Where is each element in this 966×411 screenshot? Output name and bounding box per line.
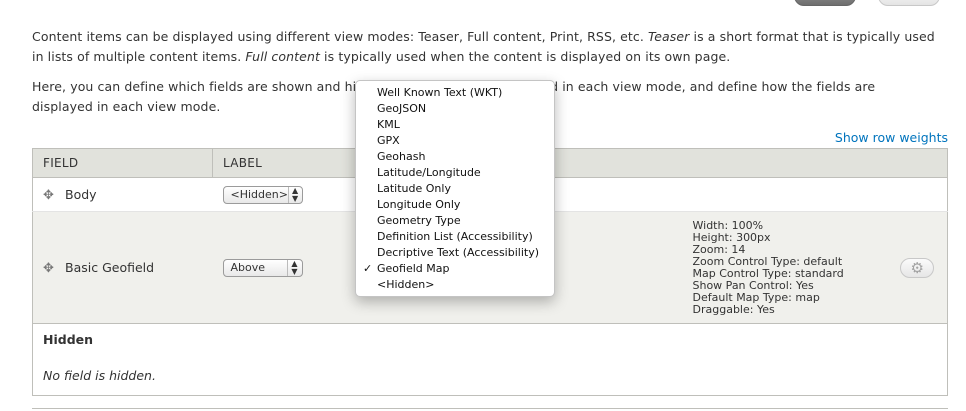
dropdown-option[interactable]: Latitude/Longitude [356,165,554,181]
dropdown-option[interactable]: Geohash [356,149,554,165]
hidden-region-empty-row: No field is hidden. [32,355,948,396]
label-cell: <Hidden> ▲ ▼ [212,177,353,212]
label-select[interactable]: Above ▲ ▼ [222,258,303,277]
dropdown-option[interactable]: <Hidden> [356,277,554,293]
dropdown-option[interactable]: Definition List (Accessibility) [356,229,554,245]
primary-top-button[interactable] [794,0,856,6]
dropdown-option[interactable]: KML [356,117,554,133]
hidden-region-row: Hidden [32,323,948,356]
select-arrows-icon: ▲ ▼ [287,186,298,203]
format-dropdown-menu: Well Known Text (WKT) GeoJSON KML GPX Ge… [355,80,555,297]
move-handle-icon[interactable]: ✥ [43,261,57,276]
top-action-buttons [794,0,940,6]
dropdown-option[interactable]: Longitude Only [356,197,554,213]
intro-paragraph-1: Content items can be displayed using dif… [32,29,935,64]
dropdown-option[interactable]: GPX [356,133,554,149]
field-name: Basic Geofield [65,259,155,275]
secondary-top-button[interactable] [878,0,940,6]
label-cell: Above ▲ ▼ [212,211,353,324]
gear-icon[interactable]: ⚙ [900,257,935,278]
dropdown-option[interactable]: GeoJSON [356,101,554,117]
divider [32,408,948,409]
label-select-value: Above [230,261,266,274]
dropdown-option[interactable]: Decriptive Text (Accessibility) [356,245,554,261]
dropdown-option-selected[interactable]: ✓ Geofield Map [356,261,554,277]
dropdown-option[interactable]: Latitude Only [356,181,554,197]
settings-cell: ⚙ [887,211,948,324]
column-header-label: LABEL [212,148,353,178]
hidden-region-title: Hidden [32,323,948,356]
move-handle-icon[interactable]: ✥ [43,188,57,203]
select-arrows-icon: ▲ ▼ [287,259,298,276]
field-cell: ✥ Body [32,177,213,212]
label-select-value: <Hidden> [230,188,288,201]
field-cell: ✥ Basic Geofield [32,211,213,324]
field-name: Body [65,186,97,202]
label-select[interactable]: <Hidden> ▲ ▼ [222,185,303,204]
column-header-field: FIELD [32,148,213,178]
dropdown-option[interactable]: Geometry Type [356,213,554,229]
checkmark-icon: ✓ [363,262,373,275]
dropdown-option[interactable]: Well Known Text (WKT) [356,85,554,101]
hidden-region-empty-text: No field is hidden. [32,355,948,396]
show-row-weights-link[interactable]: Show row weights [835,130,948,145]
